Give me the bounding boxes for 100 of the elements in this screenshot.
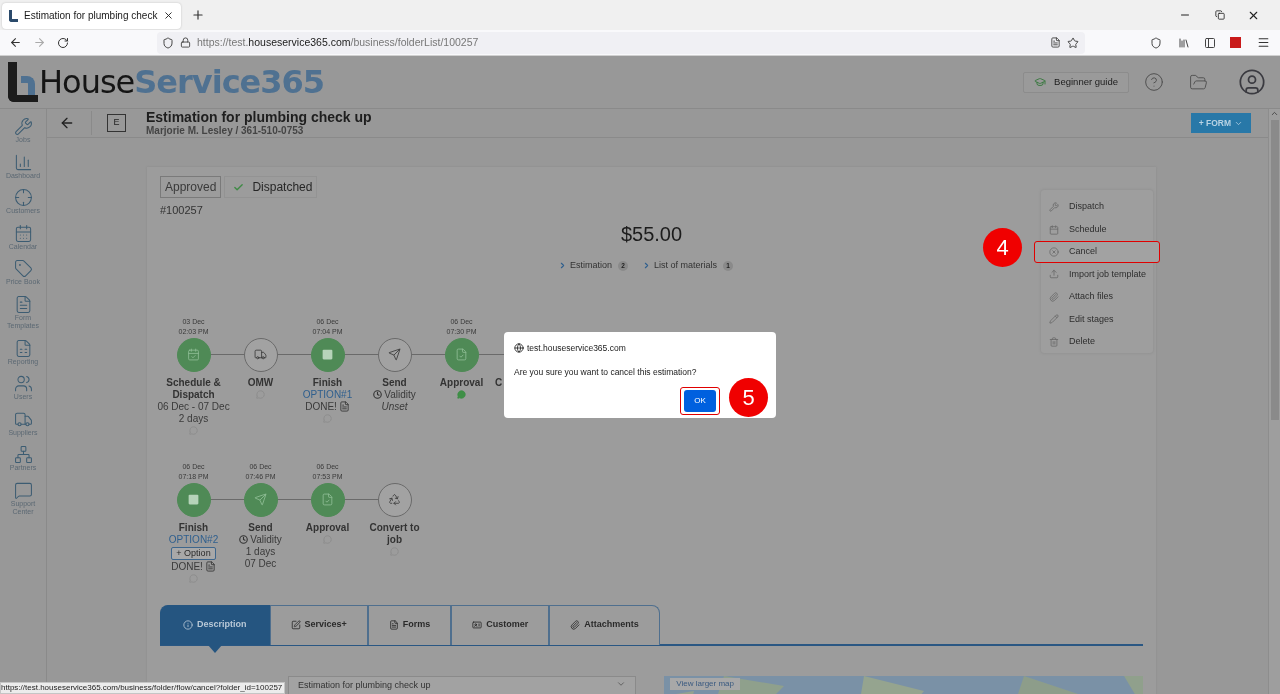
section-link[interactable]: Estimation xyxy=(569,259,612,273)
logo-h-icon xyxy=(8,62,38,102)
cancel-icon xyxy=(1049,247,1059,258)
beginner-guide-button[interactable]: Beginner guide xyxy=(1023,71,1129,93)
menu-item[interactable]: Schedule xyxy=(1041,218,1153,241)
customer-subtitle: Marjorie M. Lesley / 361-510-0753 xyxy=(146,125,305,137)
truck-icon xyxy=(254,348,267,361)
bookmark-star-icon[interactable] xyxy=(1067,36,1079,49)
stage-label: Approval xyxy=(304,521,351,534)
menu-item[interactable]: Attach files xyxy=(1041,285,1153,309)
calendar-check-icon xyxy=(187,348,200,361)
shield-icon xyxy=(162,36,174,49)
stage-detail: 1 days xyxy=(245,545,276,558)
menu-icon[interactable] xyxy=(1257,36,1270,49)
stop-icon xyxy=(321,348,334,361)
menu-item[interactable]: Delete xyxy=(1041,330,1153,353)
stage-label: C xyxy=(495,376,503,389)
scroll-up-icon[interactable] xyxy=(1270,109,1279,118)
comment-icon[interactable] xyxy=(457,389,466,399)
calendar-icon xyxy=(1049,224,1059,235)
network-icon xyxy=(13,445,33,464)
ok-button[interactable]: OK xyxy=(684,389,716,412)
status-bar-url: https://test.houseservice365.com/business/folder/flow/cancel?folder_id=100257 xyxy=(0,682,286,694)
stage-label: Schedule & Dispatch xyxy=(165,376,222,401)
option-link[interactable]: OPTION#2 xyxy=(168,533,219,546)
paper-plane-icon xyxy=(388,348,401,361)
section-tab[interactable]: Forms xyxy=(367,604,452,645)
new-tab-icon[interactable] xyxy=(191,8,206,22)
avatar-icon[interactable] xyxy=(1238,68,1266,96)
section-tab[interactable]: Attachments xyxy=(549,604,660,645)
stage-label: OMW xyxy=(246,376,275,389)
stage-label: Approval xyxy=(438,376,485,389)
question-bubble-icon xyxy=(13,480,33,500)
folder-icon[interactable] xyxy=(1189,72,1208,92)
site-favicon-icon xyxy=(9,9,18,22)
stage-node[interactable] xyxy=(243,482,278,517)
page-title: Estimation for plumbing check up xyxy=(146,109,372,125)
tools-icon xyxy=(13,117,33,136)
sidebar-icon[interactable] xyxy=(1204,36,1216,49)
reload-icon[interactable] xyxy=(57,36,69,49)
stage-node[interactable] xyxy=(310,337,345,372)
type-badge: E xyxy=(107,114,126,132)
stage-label: Send xyxy=(381,376,408,389)
document-icon xyxy=(388,620,399,630)
option-link[interactable]: OPTION#1 xyxy=(302,388,353,401)
document-check-icon xyxy=(455,348,468,361)
library-icon[interactable] xyxy=(1178,36,1190,49)
wrench-icon xyxy=(1049,202,1059,213)
stage-node[interactable] xyxy=(176,337,211,372)
stage-node[interactable] xyxy=(377,337,412,372)
form-button[interactable]: + FORM xyxy=(1190,113,1251,133)
stage-node[interactable] xyxy=(377,482,412,517)
stage-node[interactable] xyxy=(444,337,479,372)
chevron-icon xyxy=(642,261,651,271)
document-icon[interactable] xyxy=(204,561,216,572)
calendar-icon xyxy=(13,223,33,243)
section-tab[interactable]: Customer xyxy=(451,604,550,645)
pencil-icon xyxy=(290,620,301,630)
logo-text: HouseService365 xyxy=(39,62,325,102)
stage-node[interactable] xyxy=(243,337,278,372)
target-icon xyxy=(13,188,33,207)
stage-label: Convert to job xyxy=(368,521,421,546)
document-icon[interactable] xyxy=(338,401,350,412)
document-check-icon xyxy=(321,493,334,506)
close-tab-icon[interactable] xyxy=(163,10,175,21)
lock-icon xyxy=(180,37,191,48)
menu-item[interactable]: Edit stages xyxy=(1041,308,1153,331)
title-field[interactable]: Estimation for plumbing check up xyxy=(288,675,637,694)
users-icon xyxy=(13,374,33,393)
stage-node[interactable] xyxy=(310,482,345,517)
total-amount: $55.00 xyxy=(620,222,683,246)
status-tag: Dispatched xyxy=(224,176,318,198)
menu-item[interactable]: Dispatch xyxy=(1041,196,1153,219)
stage-label: Finish xyxy=(177,521,210,534)
address-bar[interactable]: https://test.houseservice365.com/business/folderList/100257 xyxy=(157,31,1085,54)
dialog-origin: test.houseservice365.com xyxy=(527,342,626,355)
back-icon[interactable] xyxy=(9,36,22,49)
restore-icon[interactable] xyxy=(1215,10,1225,20)
reader-view-icon[interactable] xyxy=(1050,37,1061,48)
help-icon[interactable] xyxy=(1144,72,1164,92)
forward-icon[interactable] xyxy=(33,36,46,49)
section-link[interactable]: List of materials xyxy=(654,259,718,273)
stage-detail: 07 Dec xyxy=(244,557,277,570)
tab-title: Estimation for plumbing check xyxy=(24,9,158,23)
paperclip-icon xyxy=(570,620,581,630)
add-option-button[interactable]: + Option xyxy=(171,546,216,560)
clock-icon xyxy=(373,390,383,399)
paperclip-icon xyxy=(1049,291,1059,302)
stage-label: Send xyxy=(247,521,274,534)
stage-label: Finish xyxy=(311,376,344,389)
menu-item[interactable]: Import job template xyxy=(1041,263,1153,286)
section-tab[interactable]: Services+ xyxy=(269,604,368,645)
menu-item[interactable]: Cancel xyxy=(1034,240,1160,264)
estimation-number: #100257 xyxy=(160,204,203,217)
clock-icon xyxy=(239,535,249,544)
stop-icon xyxy=(187,493,200,506)
browser-tab[interactable]: Estimation for plumbing check xyxy=(2,2,182,29)
recycle-icon xyxy=(388,493,401,506)
url-text: https://test.houseservice365.com/business/folderList/100257 xyxy=(197,34,479,50)
stage-node[interactable] xyxy=(176,482,211,517)
